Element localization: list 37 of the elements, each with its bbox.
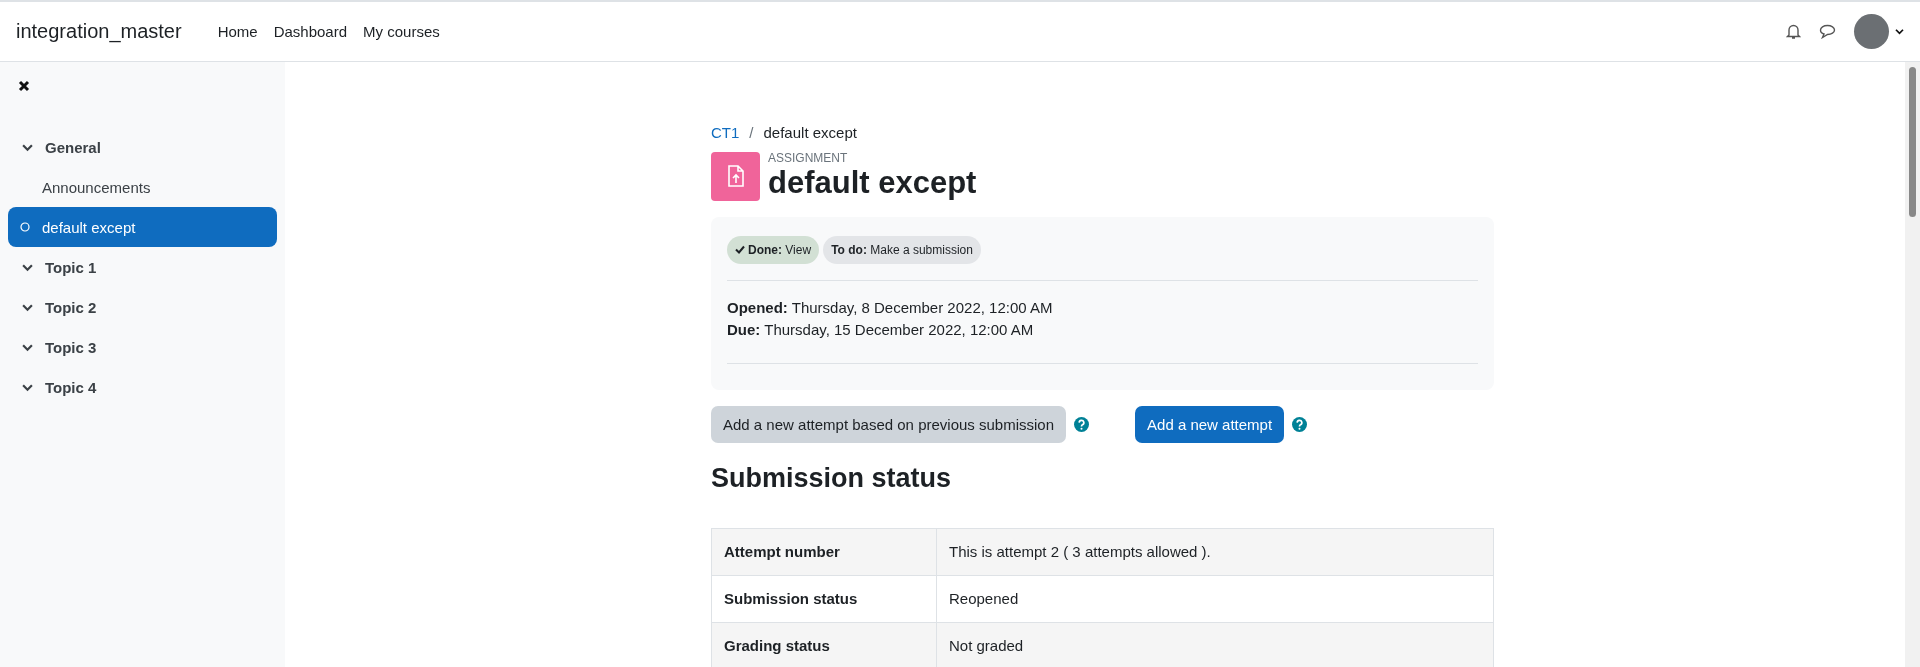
caret-icon[interactable] [1895,28,1904,35]
avatar[interactable] [1854,14,1889,49]
row-value: This is attempt 2 ( 3 attempts allowed ). [936,528,1494,576]
bell-icon[interactable] [1786,23,1801,40]
file-upload-icon [711,151,760,201]
row-label: Submission status [711,575,937,623]
section-item[interactable]: Topic 3 [8,327,277,367]
nav-link[interactable]: My courses [363,23,440,40]
section-heading: Submission status [711,462,953,494]
breadcrumb-current: default except [763,124,857,141]
row-label: Attempt number [711,528,937,576]
breadcrumb-separator: / [749,124,754,141]
row-value: Reopened [936,575,1494,623]
attempt-button[interactable]: Add a new attempt [1135,405,1285,443]
activity-item[interactable]: default except [8,207,277,247]
site-name[interactable]: integration_master [16,20,182,43]
activity-type: ASSIGNMENT [768,151,849,165]
chat-icon[interactable] [1819,24,1836,39]
nav-link[interactable]: Home [217,23,258,40]
help-icon[interactable] [1074,416,1090,432]
section-item[interactable]: General [8,127,277,167]
scrollbar[interactable] [1905,62,1920,667]
row-label: Grading status [711,622,937,667]
section-item[interactable]: Topic 2 [8,287,277,327]
section-item[interactable]: Topic 4 [8,367,277,407]
date-line: Opened: Thursday, 8 December 2022, 12:00 AM [727,297,1054,318]
activity-item[interactable]: Announcements [8,167,277,207]
completion-badge: Done: View [727,235,820,264]
date-line: Due: Thursday, 15 December 2022, 12:00 AM [727,319,1035,340]
page-title: default except [768,165,977,201]
breadcrumb-link[interactable]: CT1 [711,124,740,141]
attempt-button[interactable]: Add a new attempt based on previous submission [711,405,1067,443]
help-icon[interactable] [1292,416,1308,432]
completion-badge: To do: Make a submission [823,235,981,264]
close-icon[interactable] [18,80,30,92]
nav-link[interactable]: Dashboard [273,23,348,40]
section-item[interactable]: Topic 1 [8,247,277,287]
